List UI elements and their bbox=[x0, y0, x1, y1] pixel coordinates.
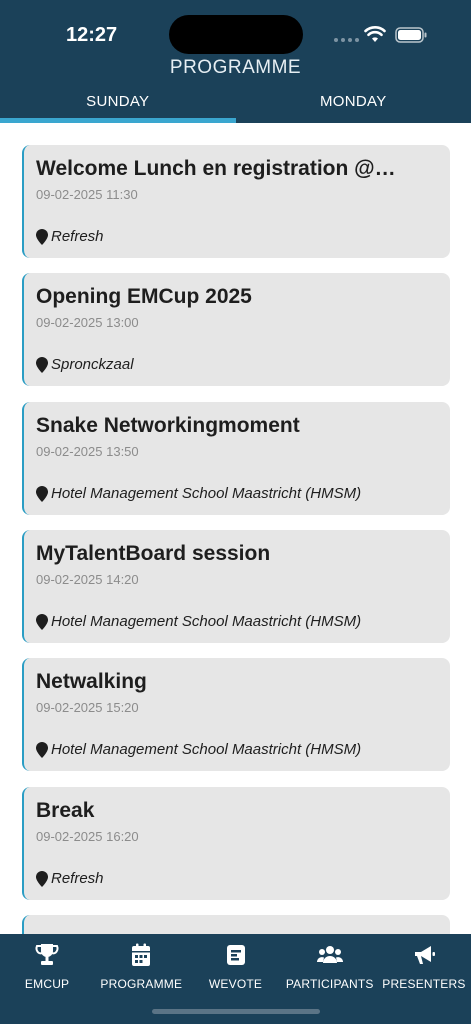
status-time: 12:27 bbox=[66, 24, 118, 46]
event-datetime: 09-02-2025 16:20 bbox=[36, 829, 139, 844]
event-location-label: Hotel Management School Maastricht (HMSM… bbox=[51, 741, 362, 758]
event-location-label: Hotel Management School Maastricht (HMSM… bbox=[51, 485, 362, 502]
event-datetime: 09-02-2025 13:50 bbox=[36, 444, 139, 459]
event-location-label: Hotel Management School Maastricht (HMSM… bbox=[51, 613, 362, 630]
dynamic-island bbox=[169, 15, 303, 54]
wifi-icon bbox=[364, 26, 386, 42]
event-location: Refresh bbox=[36, 870, 104, 887]
event-card[interactable]: MyTalentBoard session 09-02-2025 14:20 H… bbox=[22, 530, 450, 643]
event-card[interactable]: Snake Networkingmoment 09-02-2025 13:50 … bbox=[22, 402, 450, 515]
location-pin-icon bbox=[36, 613, 48, 630]
event-datetime: 09-02-2025 13:00 bbox=[36, 315, 139, 330]
event-title: MyTalentBoard session bbox=[36, 542, 271, 565]
event-location: Hotel Management School Maastricht (HMSM… bbox=[36, 485, 361, 502]
event-title: Snake Networkingmoment bbox=[36, 414, 300, 437]
event-datetime: 09-02-2025 14:20 bbox=[36, 572, 139, 587]
header: 12:27 PROGRAMME SUNDAY MONDAY bbox=[0, 0, 471, 123]
event-datetime: 09-02-2025 15:20 bbox=[36, 700, 139, 715]
tab-monday[interactable]: MONDAY bbox=[236, 84, 471, 123]
location-pin-icon bbox=[36, 356, 48, 373]
trophy-icon bbox=[35, 944, 59, 965]
users-icon bbox=[316, 946, 343, 963]
event-location-label: Spronckzaal bbox=[51, 356, 134, 373]
location-pin-icon bbox=[36, 870, 48, 887]
nav-label: PRESENTERS bbox=[382, 977, 466, 991]
event-location: Refresh bbox=[36, 228, 104, 245]
event-location: Spronckzaal bbox=[36, 356, 134, 373]
location-pin-icon bbox=[36, 485, 48, 502]
page-title: PROGRAMME bbox=[169, 57, 302, 78]
home-indicator[interactable] bbox=[152, 1009, 320, 1014]
nav-label: PROGRAMME bbox=[100, 977, 183, 991]
event-list[interactable]: Welcome Lunch en registration @… 09-02-2… bbox=[0, 123, 471, 934]
signal-dots-icon bbox=[334, 38, 359, 42]
event-title: Opening EMCup 2025 bbox=[36, 285, 252, 308]
app-screen: 12:27 PROGRAMME SUNDAY MONDAY Welcome Lu… bbox=[0, 0, 471, 1024]
nav-presenters[interactable]: PRESENTERS bbox=[377, 934, 471, 1024]
event-location-label: Refresh bbox=[51, 870, 104, 887]
location-pin-icon bbox=[36, 228, 48, 245]
event-card[interactable]: Break 09-02-2025 16:20 Refresh bbox=[22, 787, 450, 900]
event-card[interactable]: Welcome Lunch en registration @… 09-02-2… bbox=[22, 145, 450, 258]
location-pin-icon bbox=[36, 741, 48, 758]
nav-label: PARTICIPANTS bbox=[285, 977, 374, 991]
megaphone-icon bbox=[414, 946, 435, 964]
event-location-label: Refresh bbox=[51, 228, 104, 245]
nav-label: EMCUP bbox=[24, 977, 70, 991]
event-title: Netwalking bbox=[36, 670, 147, 693]
event-title: Break bbox=[36, 799, 95, 822]
poll-icon bbox=[226, 945, 245, 965]
nav-emcup[interactable]: EMCUP bbox=[0, 934, 94, 1024]
event-location: Hotel Management School Maastricht (HMSM… bbox=[36, 613, 361, 630]
event-datetime: 09-02-2025 11:30 bbox=[36, 187, 138, 202]
event-card-partial[interactable] bbox=[22, 915, 450, 934]
nav-label: WEVOTE bbox=[208, 977, 263, 991]
event-card[interactable]: Opening EMCup 2025 09-02-2025 13:00 Spro… bbox=[22, 273, 450, 386]
event-title: Welcome Lunch en registration @… bbox=[36, 157, 396, 180]
event-card[interactable]: Netwalking 09-02-2025 15:20 Hotel Manage… bbox=[22, 658, 450, 771]
battery-icon bbox=[395, 27, 427, 43]
event-location: Hotel Management School Maastricht (HMSM… bbox=[36, 741, 361, 758]
calendar-icon bbox=[132, 943, 151, 966]
